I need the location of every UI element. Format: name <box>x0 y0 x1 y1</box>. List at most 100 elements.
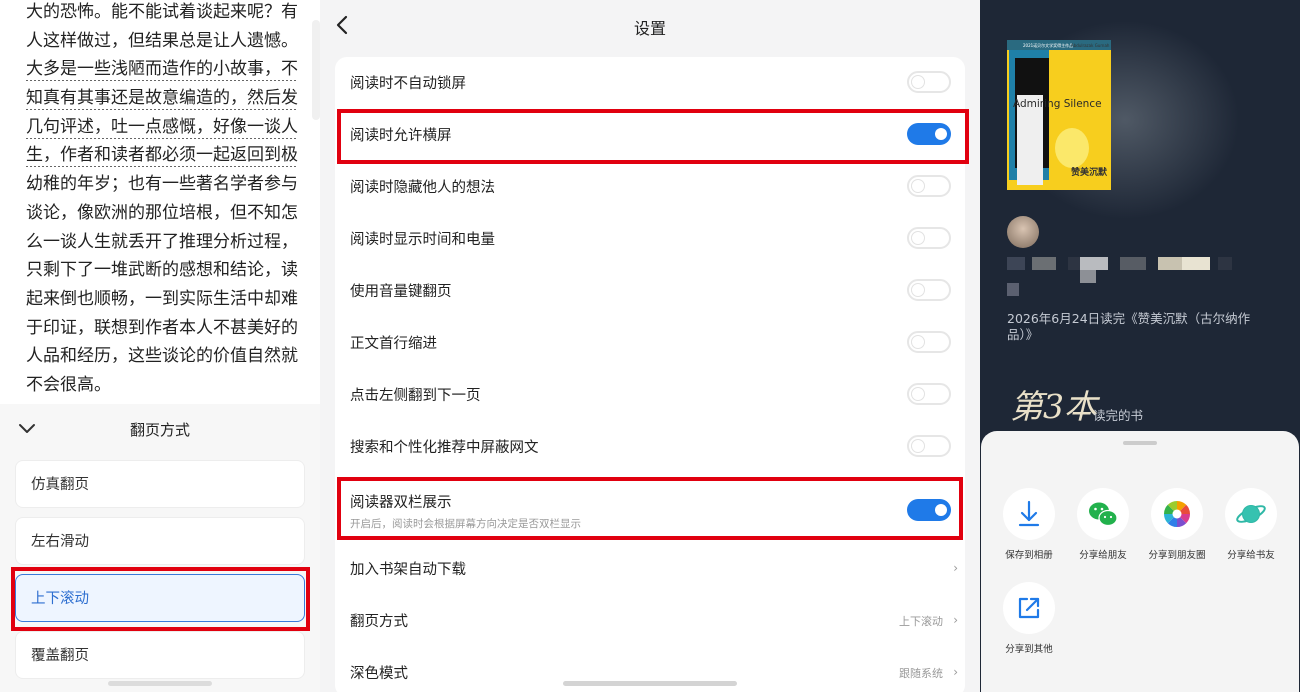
reader-panel: 大的恐怖。能不能试着谈起来呢？有 人这样做过，但结果总是让人遗憾。 大多是一些浅… <box>0 0 320 692</box>
highlight-box <box>337 477 963 540</box>
book-cover: 2021诺贝尔文学奖得主作品 Abdulrazak Gurnah Admirin… <box>1007 40 1111 190</box>
toggle-switch[interactable] <box>907 175 951 197</box>
sheet-title: 翻页方式 <box>129 421 190 439</box>
reader-text-line: 人品和经历，这些谈论的价值自然就 <box>26 346 298 367</box>
chevron-right-icon: › <box>953 665 958 679</box>
share-to-friend-button[interactable]: 分享给朋友 <box>1066 488 1140 568</box>
toggle-knob <box>911 75 925 89</box>
setting-volume-key-turn[interactable]: 使用音量键翻页 <box>335 265 965 317</box>
share-sheet: 保存到相册 分享给朋友 分享到朋友圈 分享给书友 分享到其他 <box>981 431 1299 692</box>
setting-page-turn-mode[interactable]: 翻页方式 上下滚动 › <box>335 595 965 647</box>
share-icon-circle <box>1003 488 1055 540</box>
reader-text-line: 知真有其事还是故意编造的，然后发 <box>26 84 298 113</box>
settings-panel: 设置 阅读时不自动锁屏 阅读时允许横屏 阅读时隐藏他人的想法 阅读时显示时间和电… <box>320 0 980 692</box>
reader-text-line: 不会很高。 <box>26 374 111 395</box>
setting-label: 正文首行缩进 <box>350 336 437 352</box>
chevron-right-icon: › <box>953 561 958 575</box>
reader-scrollbar[interactable] <box>312 20 320 120</box>
page-turn-option-slide[interactable]: 左右滑动 <box>15 517 305 565</box>
share-icon-circle <box>1077 488 1129 540</box>
toggle-switch[interactable] <box>907 71 951 93</box>
reader-text-line: 幼稚的年岁；也有一些著名学者参与 <box>26 174 298 195</box>
setting-value: 跟随系统 <box>899 667 943 680</box>
share-panel: 2021诺贝尔文学奖得主作品 Abdulrazak Gurnah Admirin… <box>980 0 1300 692</box>
planet-icon <box>1236 505 1266 523</box>
sheet-header: 翻页方式 <box>0 404 320 456</box>
setting-first-line-indent[interactable]: 正文首行缩进 <box>335 317 965 369</box>
setting-label: 翻页方式 <box>350 614 408 630</box>
setting-show-time-battery[interactable]: 阅读时显示时间和电量 <box>335 213 965 265</box>
settings-scroll-indicator <box>563 681 737 686</box>
cover-title-en: Admiring Silence <box>1013 98 1102 110</box>
highlight-box <box>11 567 310 631</box>
reader-text-line: 人这样做过，但结果总是让人遗憾。 <box>26 30 298 51</box>
reader-text-line: 谈论，像欧洲的那位培根，但不知怎 <box>26 202 298 223</box>
share-to-bookfriend-button[interactable]: 分享给书友 <box>1214 488 1288 568</box>
sheet-scroll-indicator <box>108 681 212 686</box>
moments-icon <box>1164 501 1190 527</box>
cover-title-cn: 赞美沉默 <box>1071 168 1108 178</box>
cover-art-moon <box>1055 128 1089 168</box>
reader-text-line: 大的恐怖。能不能试着谈起来呢？有 <box>26 2 298 22</box>
avatar <box>1007 216 1039 248</box>
highlight-box <box>337 109 969 164</box>
setting-left-tap-next[interactable]: 点击左侧翻到下一页 <box>335 369 965 421</box>
toggle-switch[interactable] <box>907 383 951 405</box>
cover-series: 2021诺贝尔文学奖得主作品 <box>1023 43 1074 48</box>
reader-text-line: 么一谈人生就丢开了推理分析过程， <box>26 231 298 252</box>
share-action-label: 保存到相册 <box>1005 550 1053 561</box>
share-icon-circle <box>1003 582 1055 634</box>
setting-label: 深色模式 <box>350 666 408 682</box>
setting-hide-others-thoughts[interactable]: 阅读时隐藏他人的想法 <box>335 161 965 213</box>
setting-label: 阅读时不自动锁屏 <box>350 76 466 92</box>
cover-author: Abdulrazak Gurnah <box>1071 43 1110 48</box>
setting-label: 加入书架自动下载 <box>350 562 466 578</box>
save-to-album-button[interactable]: 保存到相册 <box>992 488 1066 568</box>
setting-no-auto-lock[interactable]: 阅读时不自动锁屏 <box>335 57 965 109</box>
reader-text-line: 于印证，联想到作者本人不甚美好的 <box>26 317 298 338</box>
setting-label: 搜索和个性化推荐中屏蔽网文 <box>350 440 539 456</box>
setting-block-web-novels[interactable]: 搜索和个性化推荐中屏蔽网文 <box>335 421 965 473</box>
share-icon-circle <box>1225 488 1277 540</box>
finished-reading-note: 2026年6月24日读完《赞美沉默（古尔纳作品）》 <box>1007 311 1251 342</box>
setting-label: 点击左侧翻到下一页 <box>350 388 481 404</box>
book-count-label: 读完的书 <box>1093 408 1144 423</box>
setting-label: 使用音量键翻页 <box>350 284 452 300</box>
wechat-icon <box>1089 502 1118 527</box>
share-action-label: 分享到朋友圈 <box>1148 550 1206 561</box>
toggle-knob <box>911 439 925 453</box>
share-action-label: 分享给书友 <box>1227 550 1275 561</box>
toggle-knob <box>911 335 925 349</box>
setting-auto-download[interactable]: 加入书架自动下载 › <box>335 543 965 595</box>
toggle-knob <box>911 283 925 297</box>
page-turn-option-cover[interactable]: 覆盖翻页 <box>15 631 305 679</box>
drag-handle[interactable] <box>1123 441 1157 445</box>
reader-text-line: 只剩下了一堆武断的感想和结论，读 <box>26 260 298 281</box>
chevron-right-icon: › <box>953 613 958 627</box>
reader-text-line: 大多是一些浅陋而造作的小故事，不 <box>26 55 298 85</box>
external-share-icon <box>1018 597 1040 619</box>
page-turn-option-simulate[interactable]: 仿真翻页 <box>15 460 305 508</box>
share-to-moments-button[interactable]: 分享到朋友圈 <box>1140 488 1214 568</box>
page-title: 设置 <box>633 19 666 38</box>
page-turn-sheet: 翻页方式 仿真翻页 左右滑动 上下滚动 覆盖翻页 <box>0 404 320 692</box>
share-action-label: 分享到其他 <box>1005 644 1053 655</box>
share-icon-circle <box>1151 488 1203 540</box>
reader-text-line: 生，作者和读者都必须一起返回到极 <box>26 141 298 171</box>
toggle-knob <box>911 179 925 193</box>
reader-text-line: 几句评述，吐一点感慨，好像一谈人 <box>26 112 298 142</box>
reader-text-line: 起来倒也顺畅，一到实际生活中却难 <box>26 288 298 309</box>
reader-text: 大的恐怖。能不能试着谈起来呢？有 人这样做过，但结果总是让人遗憾。 大多是一些浅… <box>26 0 298 400</box>
setting-value: 上下滚动 <box>899 615 943 628</box>
toggle-switch[interactable] <box>907 227 951 249</box>
toggle-switch[interactable] <box>907 435 951 457</box>
book-count: 第3本 <box>1010 387 1097 426</box>
download-icon <box>1018 500 1040 527</box>
share-to-other-button[interactable]: 分享到其他 <box>992 582 1066 662</box>
toggle-knob <box>911 231 925 245</box>
toggle-switch[interactable] <box>907 331 951 353</box>
setting-label: 阅读时显示时间和电量 <box>350 232 495 248</box>
share-action-label: 分享给朋友 <box>1079 550 1127 561</box>
toggle-switch[interactable] <box>907 279 951 301</box>
toggle-knob <box>911 387 925 401</box>
